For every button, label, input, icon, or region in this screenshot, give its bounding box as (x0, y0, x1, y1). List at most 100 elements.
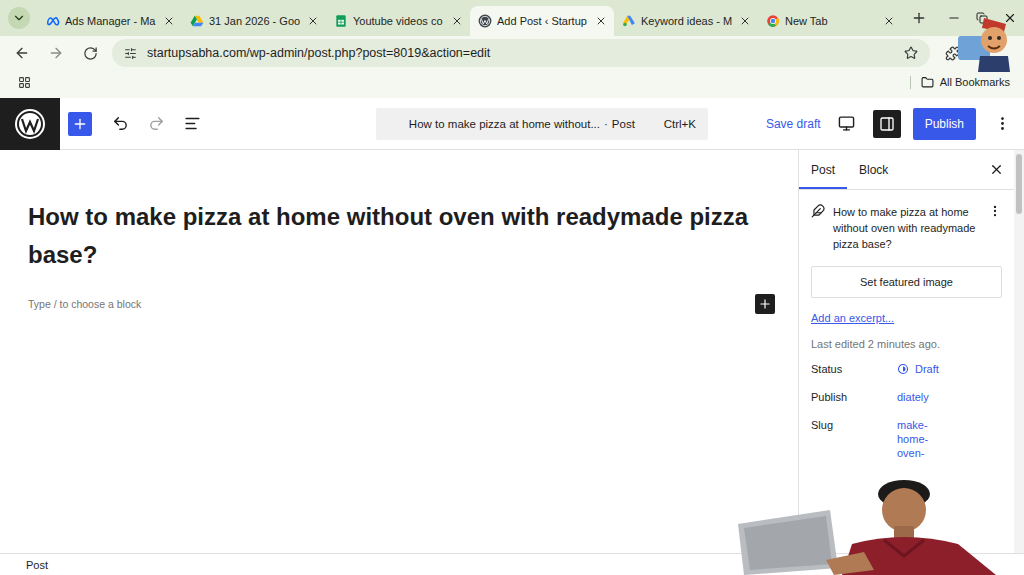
tab-label: Add Post ‹ Startup (497, 15, 589, 27)
sidebar-tabs: PostBlock (799, 150, 1014, 190)
undo-button[interactable] (106, 110, 134, 138)
browser-tab[interactable]: Youtube videos co (326, 6, 470, 36)
publish-button[interactable]: Publish (913, 108, 976, 140)
field-value[interactable]: make-home-oven- (897, 418, 943, 460)
arrow-right-icon (48, 45, 64, 61)
field-value[interactable]: Draft (897, 362, 939, 376)
wordpress-editor: How to make pizza at home without...·Pos… (0, 98, 1024, 575)
tab-close-button[interactable] (882, 14, 896, 28)
editor-body: How to make pizza at home without oven w… (0, 150, 1024, 553)
all-bookmarks[interactable]: All Bookmarks (910, 76, 1010, 89)
presenter-video-overlay (734, 480, 1024, 575)
meta-icon (46, 14, 60, 28)
more-vertical-icon[interactable] (988, 204, 1002, 218)
browser-tab[interactable]: New Tab (758, 6, 902, 36)
minimize-icon (947, 11, 961, 25)
close-icon (163, 15, 175, 27)
back-button[interactable] (10, 41, 34, 65)
featured-image-button[interactable]: Set featured image (811, 266, 1002, 298)
post-summary: How to make pizza at home without oven w… (811, 204, 1002, 252)
close-icon (739, 15, 751, 27)
close-icon (1003, 11, 1017, 25)
sidebar-panel-icon (879, 116, 895, 132)
forward-button[interactable] (44, 41, 68, 65)
bookmark-star-icon[interactable] (904, 46, 918, 60)
browser-tab[interactable]: 31 Jan 2026 - Goo (182, 6, 326, 36)
command-bar[interactable]: How to make pizza at home without...·Pos… (376, 108, 708, 140)
tab-close-button[interactable] (450, 14, 464, 28)
close-icon (307, 15, 319, 27)
browser-tab[interactable]: Ads Manager - Ma (38, 6, 182, 36)
undo-icon (112, 115, 129, 132)
sheets-icon (334, 14, 348, 28)
plus-icon (911, 10, 927, 26)
minimize-button[interactable] (940, 4, 968, 32)
window-controls (940, 0, 1024, 36)
sidebar-close-button[interactable] (982, 150, 1010, 189)
field-label: Slug (811, 418, 897, 432)
channel-watermark (954, 12, 1012, 72)
arrow-left-icon (14, 45, 30, 61)
preview-button[interactable] (833, 110, 861, 138)
breadcrumb-item[interactable]: Post (26, 559, 48, 571)
sidebar-tab[interactable]: Block (847, 150, 900, 189)
monitor-icon (838, 115, 855, 132)
browser-tab[interactable]: Add Post ‹ Startup (470, 6, 614, 36)
post-field: Slugmake-home-oven- (811, 418, 1002, 460)
reload-icon (83, 46, 98, 61)
editor-canvas: How to make pizza at home without oven w… (0, 150, 798, 553)
plus-icon (72, 116, 88, 132)
post-icon (811, 204, 825, 218)
wordpress-logo-icon (14, 108, 46, 140)
field-label: Status (811, 362, 897, 376)
header-toolbar-right: Save draft Publish (708, 108, 1024, 140)
field-value[interactable]: diately (897, 390, 929, 404)
block-placeholder: Type / to choose a block (28, 298, 141, 310)
tab-close-button[interactable] (594, 14, 608, 28)
bookmarks-bar: All Bookmarks (0, 70, 1024, 98)
excerpt-link[interactable]: Add an excerpt... (811, 312, 1002, 324)
sidebar-scrollbar[interactable] (1014, 150, 1024, 553)
draft-status-icon (897, 363, 909, 375)
post-title[interactable]: How to make pizza at home without oven w… (28, 198, 770, 274)
redo-button[interactable] (142, 110, 170, 138)
tab-label: New Tab (785, 15, 877, 27)
apps-grid-icon (18, 76, 31, 89)
presenter-figure-icon (734, 480, 1024, 575)
options-button[interactable] (988, 110, 1016, 138)
tab-label: 31 Jan 2026 - Goo (209, 15, 301, 27)
plus-icon (758, 297, 772, 311)
sidebar-tab[interactable]: Post (799, 150, 847, 189)
document-overview-button[interactable] (178, 110, 206, 138)
chevron-down-icon (12, 11, 26, 25)
save-draft-button[interactable]: Save draft (766, 117, 821, 131)
tab-close-button[interactable] (162, 14, 176, 28)
empty-block[interactable]: Type / to choose a block (28, 294, 775, 314)
wordpress-icon (478, 14, 492, 28)
all-bookmarks-label: All Bookmarks (940, 76, 1010, 88)
chrome-icon (766, 14, 780, 28)
apps-button[interactable] (12, 70, 36, 94)
block-inserter-button[interactable] (755, 294, 775, 314)
tab-strip: Ads Manager - Ma 31 Jan 2026 - Goo Youtube… (0, 0, 1024, 36)
scroll-thumb[interactable] (1016, 154, 1022, 214)
tab-search-button[interactable] (8, 7, 30, 29)
browser-tab[interactable]: Keyword ideas - M (614, 6, 758, 36)
site-settings-icon (124, 47, 137, 60)
tab-close-button[interactable] (738, 14, 752, 28)
browser-toolbar: startupsabha.com/wp-admin/post.php?post=… (0, 36, 1024, 70)
wordpress-logo[interactable] (0, 98, 60, 150)
reload-button[interactable] (78, 41, 102, 65)
command-bar-title: How to make pizza at home without...·Pos… (388, 118, 656, 130)
settings-toggle[interactable] (873, 110, 901, 138)
close-icon (989, 162, 1004, 177)
field-label: Publish (811, 390, 897, 404)
address-bar[interactable]: startupsabha.com/wp-admin/post.php?post=… (112, 39, 930, 67)
tab-close-button[interactable] (306, 14, 320, 28)
close-icon (595, 15, 607, 27)
block-inserter-toggle[interactable] (68, 112, 92, 136)
post-field: Publishdiately (811, 390, 1002, 406)
tab-label: Ads Manager - Ma (65, 15, 157, 27)
new-tab-button[interactable] (906, 5, 932, 31)
close-icon (883, 15, 895, 27)
